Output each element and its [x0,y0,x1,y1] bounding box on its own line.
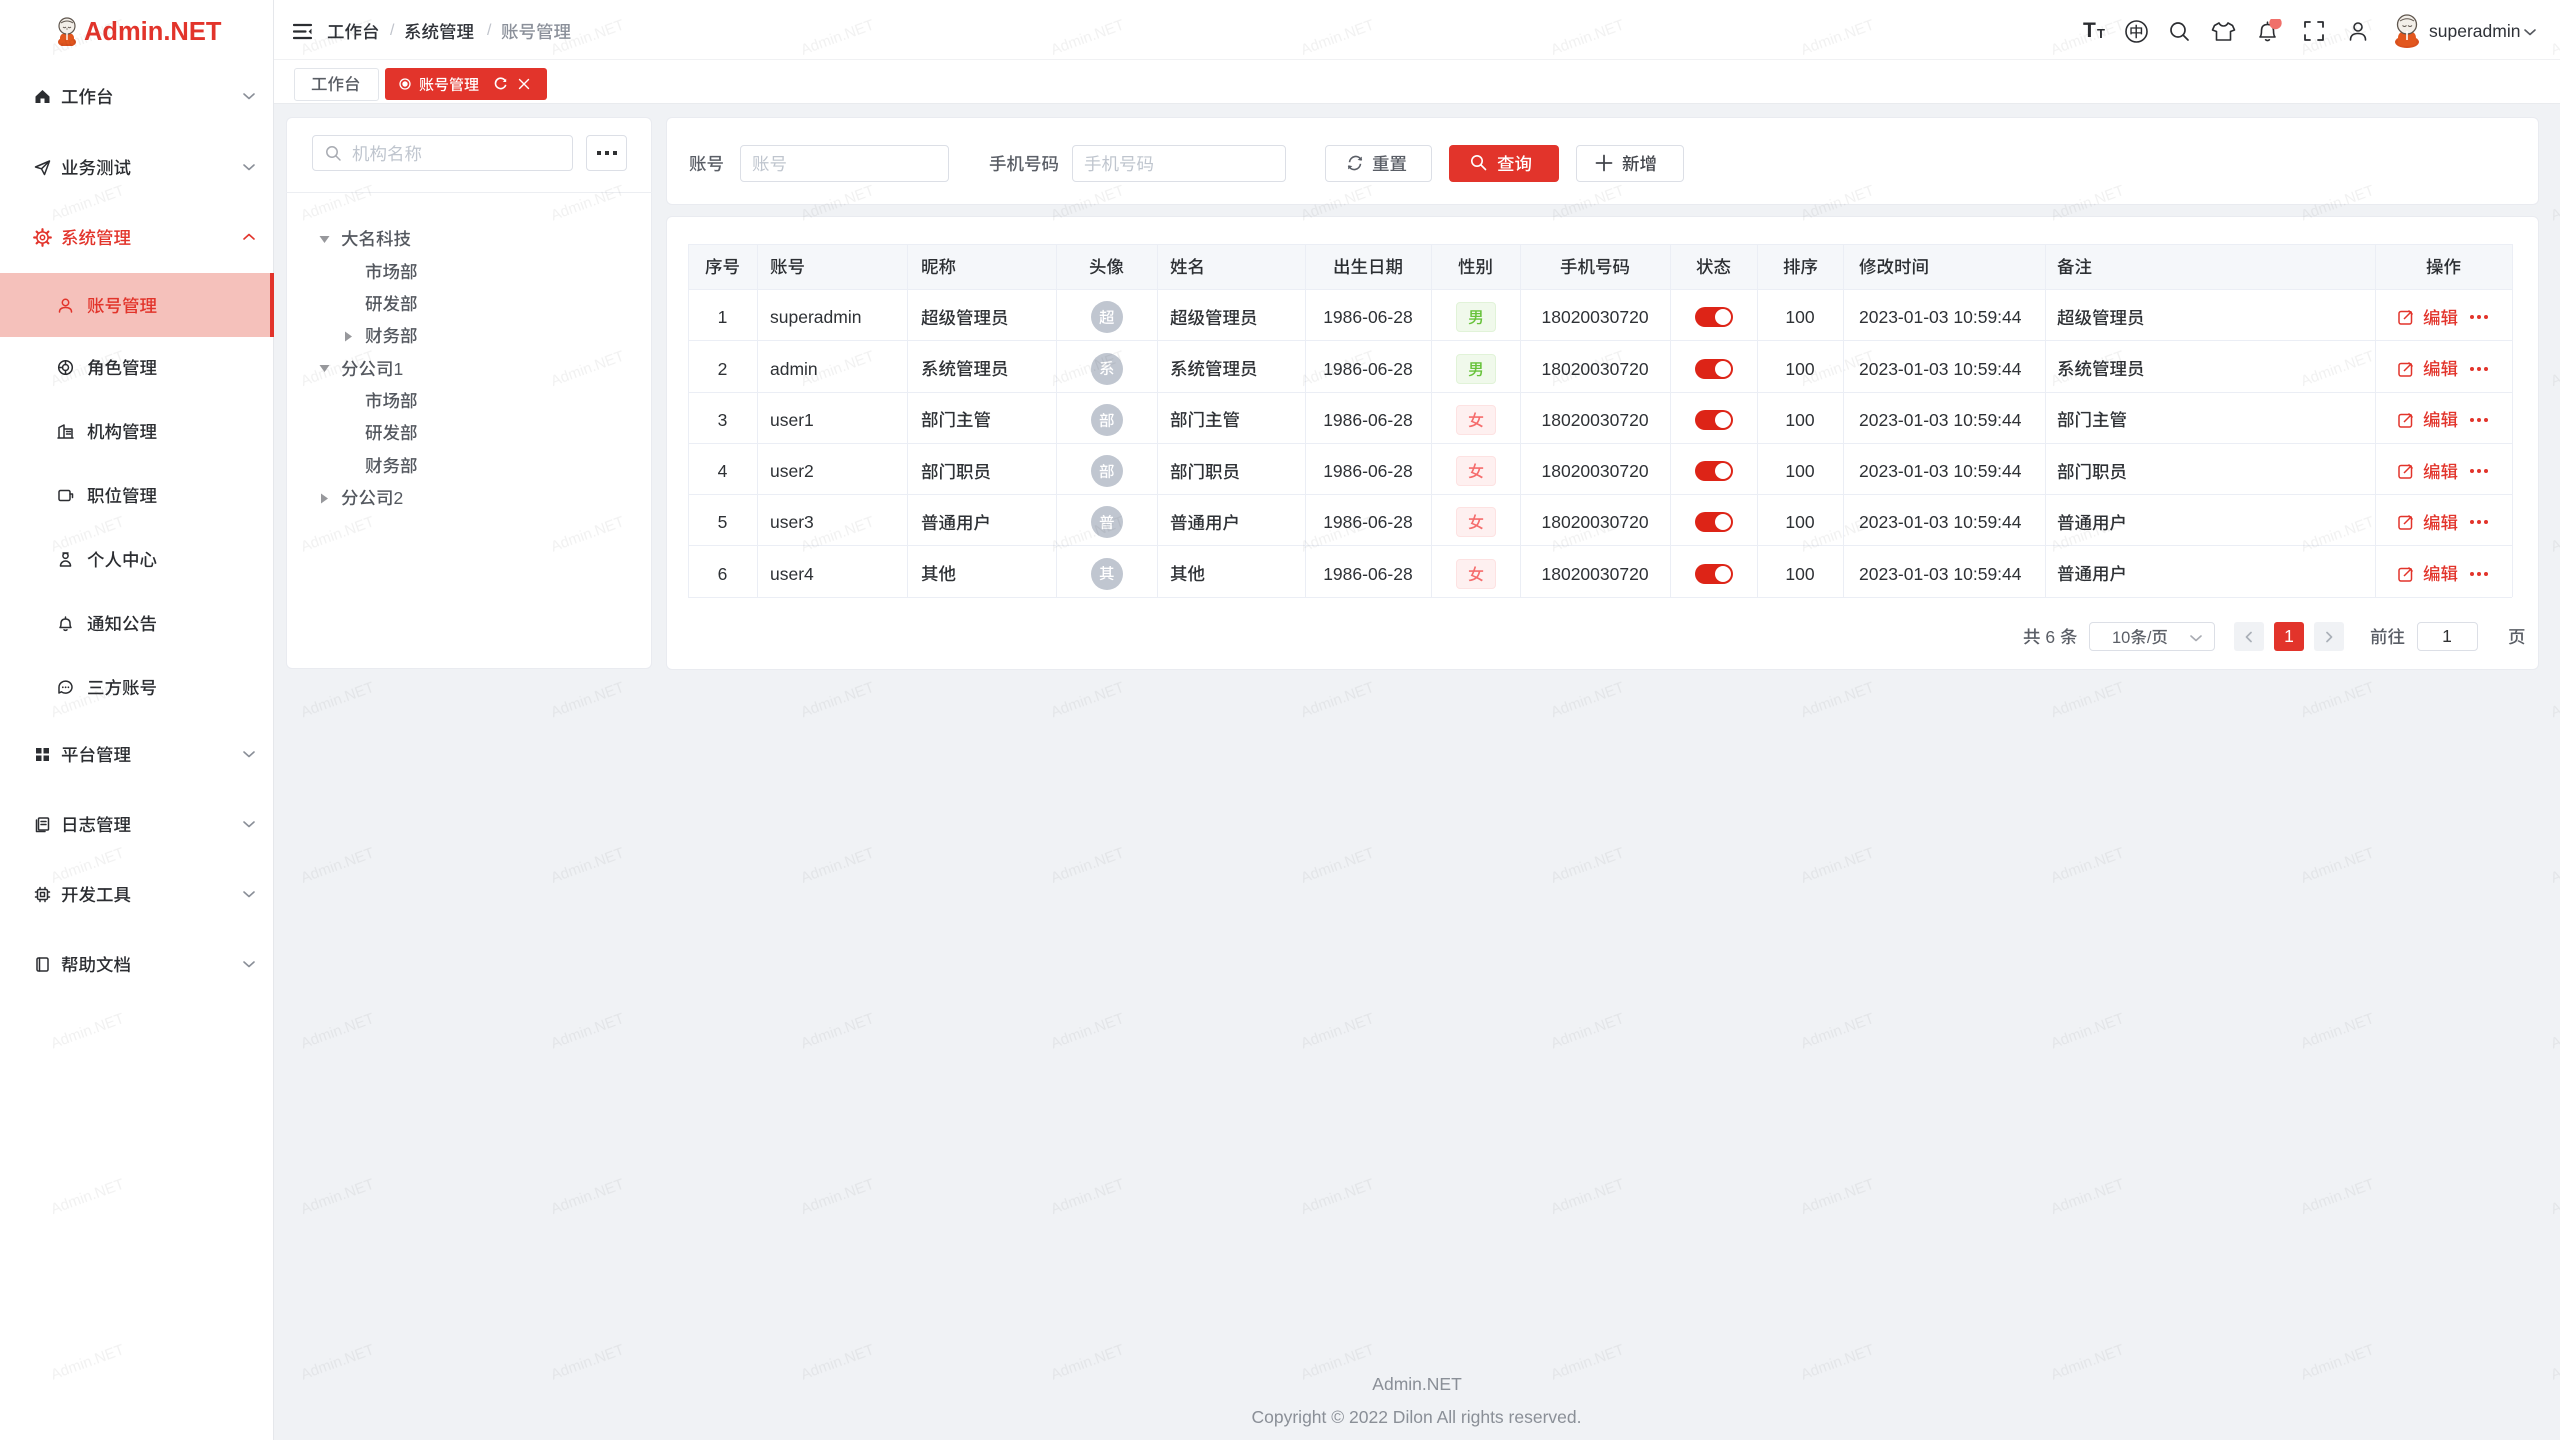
svg-text:10: 10 [2112,629,2130,647]
svg-text:/: / [2147,629,2152,647]
svg-text:1: 1 [394,359,404,379]
svg-text:2: 2 [394,488,404,508]
svg-text:6: 6 [2041,627,2060,647]
